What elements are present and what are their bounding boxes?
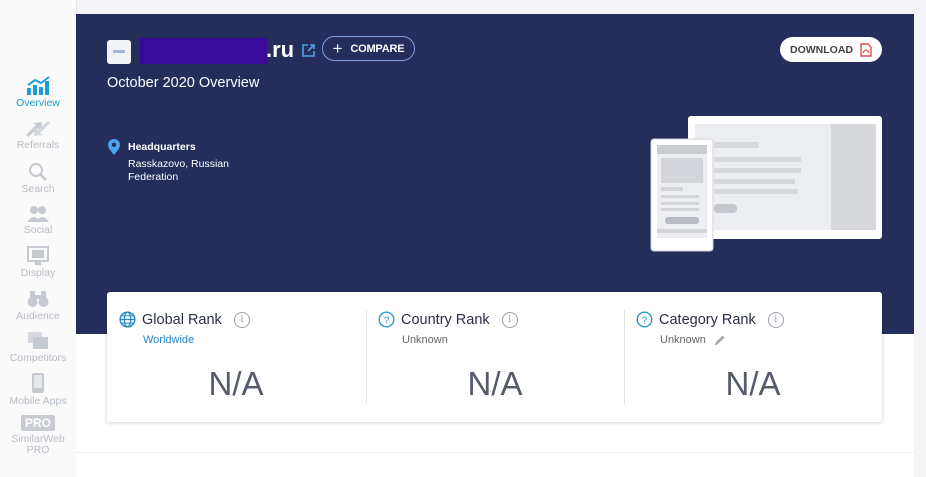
sidebar-item-pro[interactable]: PRO SimilarWeb PRO xyxy=(0,414,76,456)
sidebar-item-overview[interactable]: Overview xyxy=(0,76,76,109)
sidebar-nav: Overview Referrals Search Social Display xyxy=(0,0,77,477)
sidebar-item-label: Referrals xyxy=(16,139,60,151)
question-circle-icon: ? xyxy=(378,311,395,328)
sidebar-item-label: SimilarWeb PRO xyxy=(11,433,65,456)
sidebar-item-label: Display xyxy=(20,267,56,279)
sidebar-item-search[interactable]: Search xyxy=(0,162,76,195)
rank-card: Global Rank i Worldwide N/A ? Country Ra… xyxy=(107,292,882,422)
category-rank-panel: ? Category Rank i Unknown N/A xyxy=(624,292,882,422)
sidebar-item-label: Audience xyxy=(16,310,60,322)
headquarters-value: Rasskazovo, Russian Federation xyxy=(128,158,229,183)
section-divider xyxy=(76,452,914,453)
rank-title: Country Rank xyxy=(401,311,490,328)
question-circle-icon: ? xyxy=(636,311,653,328)
sidebar-item-audience[interactable]: Audience xyxy=(0,289,76,322)
sidebar-item-label: Mobile Apps xyxy=(9,395,67,407)
sidebar-item-competitors[interactable]: Competitors xyxy=(0,331,76,364)
country-rank-panel: ? Country Rank i Unknown N/A xyxy=(366,292,624,422)
competitors-icon xyxy=(28,332,48,349)
rank-scope: Unknown xyxy=(402,334,448,346)
sidebar-item-referrals[interactable]: Referrals xyxy=(0,120,76,151)
rank-scope: Unknown xyxy=(660,334,726,346)
globe-icon xyxy=(119,311,136,328)
pro-badge-icon: PRO xyxy=(20,415,55,431)
external-link-icon[interactable] xyxy=(302,44,315,57)
rank-value: N/A xyxy=(467,365,523,402)
arrows-icon xyxy=(26,121,50,137)
people-icon xyxy=(27,206,49,222)
domain-name: .ru xyxy=(266,37,295,62)
sidebar-item-label: Social xyxy=(23,224,53,236)
plus-icon: + xyxy=(332,39,343,58)
site-favicon xyxy=(107,40,131,64)
device-illustration xyxy=(650,116,882,252)
sidebar-item-social[interactable]: Social xyxy=(0,205,76,236)
info-icon[interactable]: i xyxy=(233,311,250,328)
info-icon[interactable]: i xyxy=(767,311,784,328)
compare-button[interactable]: + COMPARE xyxy=(322,36,415,61)
mobile-phone-icon xyxy=(32,373,44,393)
binoculars-icon xyxy=(27,291,49,307)
main-content: .ru + COMPARE DOWNLOAD October 2020 Over… xyxy=(76,14,914,477)
info-icon[interactable]: i xyxy=(501,311,518,328)
rank-title: Global Rank xyxy=(142,311,222,328)
global-rank-panel: Global Rank i Worldwide N/A xyxy=(107,292,365,422)
magnifier-icon xyxy=(29,163,47,181)
rank-value: N/A xyxy=(725,365,781,402)
category-value: Unknown xyxy=(660,334,706,346)
redacted-domain xyxy=(140,38,267,64)
download-label: DOWNLOAD xyxy=(790,43,853,56)
rank-value: N/A xyxy=(208,365,264,402)
svg-text:?: ? xyxy=(384,315,390,326)
pdf-icon xyxy=(860,42,872,57)
bar-chart-icon xyxy=(27,76,50,95)
headquarters-label: Headquarters xyxy=(128,141,196,153)
sidebar-item-label: Overview xyxy=(16,97,60,109)
svg-text:?: ? xyxy=(642,315,648,326)
overview-header: .ru + COMPARE DOWNLOAD October 2020 Over… xyxy=(76,14,914,334)
pencil-edit-icon[interactable] xyxy=(714,334,726,346)
page-title: October 2020 Overview xyxy=(107,75,260,91)
rank-scope-link[interactable]: Worldwide xyxy=(143,334,194,346)
sidebar-item-display[interactable]: Display xyxy=(0,246,76,279)
download-button[interactable]: DOWNLOAD xyxy=(780,37,882,62)
rank-title: Category Rank xyxy=(659,311,756,328)
sidebar-item-label: Competitors xyxy=(9,352,67,364)
compare-label: COMPARE xyxy=(350,42,405,55)
location-pin-icon xyxy=(108,139,120,155)
sidebar-item-label: Search xyxy=(21,183,55,195)
sidebar-item-mobile-apps[interactable]: Mobile Apps xyxy=(0,372,76,407)
display-ad-icon xyxy=(27,246,49,265)
